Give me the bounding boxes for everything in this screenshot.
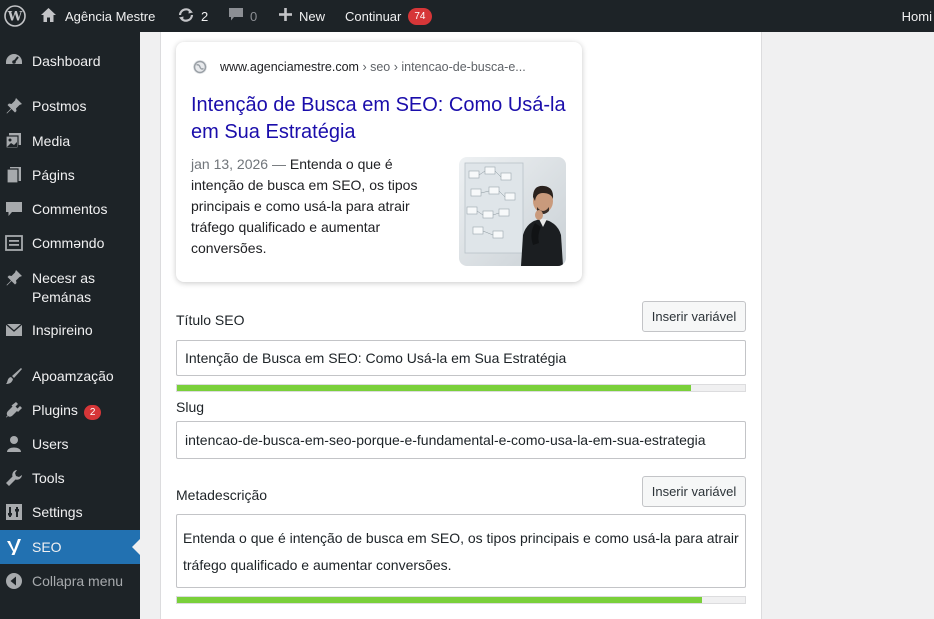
continuar-link[interactable]: Continuar 74 xyxy=(345,0,432,32)
continuar-label: Continuar xyxy=(345,8,402,24)
site-name: Agência Mestre xyxy=(65,8,156,24)
sidebar-item-label: Tools xyxy=(32,470,65,486)
mail-icon xyxy=(5,321,23,339)
wordpress-logo-icon[interactable]: W xyxy=(4,0,26,32)
refresh-icon xyxy=(177,7,195,26)
svg-text:W: W xyxy=(7,10,23,25)
pin-icon xyxy=(5,97,23,115)
brush-icon xyxy=(5,367,23,385)
insert-variable-meta-button[interactable]: Inserir variável xyxy=(642,476,746,507)
slug-input[interactable]: intencao-de-busca-em-seo-porque-e-fundam… xyxy=(176,421,746,459)
meta-description-progress-bar xyxy=(176,596,746,604)
preview-title[interactable]: Intenção de Busca em SEO: Como Usá-la em… xyxy=(191,92,571,146)
sidebar-item-label: Inspireino xyxy=(32,322,93,338)
preview-description: jan 13, 2026 — Entenda o que é intenção … xyxy=(191,154,446,259)
sidebar-item-label: Postmos xyxy=(32,98,87,114)
updates-link[interactable]: 2 xyxy=(177,0,208,32)
globe-icon xyxy=(192,59,208,75)
search-preview-card: www.agenciamestre.com › seo › intencao-d… xyxy=(176,42,582,282)
preview-thumbnail xyxy=(459,157,566,266)
media-icon xyxy=(5,132,23,150)
plugin-icon xyxy=(5,401,23,419)
collapse-icon xyxy=(5,572,23,590)
new-content-link[interactable]: New xyxy=(278,0,325,32)
wrench-icon xyxy=(5,469,23,487)
sidebar-item-label: Apoamzação xyxy=(32,368,114,384)
yoast-icon xyxy=(5,538,23,556)
insert-variable-title-button[interactable]: Inserir variável xyxy=(642,301,746,332)
form-icon xyxy=(5,234,23,252)
slug-label: Slug xyxy=(176,399,205,415)
sidebar-item-label: Media xyxy=(32,133,71,149)
sidebar-item-label: SEO xyxy=(32,539,62,555)
plus-icon xyxy=(278,7,293,25)
howdy-label: Homi xyxy=(901,8,932,24)
sidebar-item-label: Settings xyxy=(32,504,83,520)
comments-link[interactable]: 0 xyxy=(228,0,257,32)
page-icon xyxy=(5,166,23,184)
preview-domain: www.agenciamestre.com xyxy=(220,60,359,74)
sidebar-item-label: Commentos xyxy=(32,201,108,217)
plugins-update-badge: 2 xyxy=(83,405,102,420)
continuar-badge: 74 xyxy=(408,7,432,25)
settings-icon xyxy=(5,503,23,521)
preview-date: jan 13, 2026 — xyxy=(191,156,286,172)
site-home-link[interactable]: Agência Mestre xyxy=(40,0,155,32)
seo-title-label: Título SEO xyxy=(176,312,245,328)
dashboard-icon xyxy=(5,52,23,70)
meta-description-progress-fill xyxy=(177,597,703,603)
admin-bar: W Agência Mestre 2 0 New Continuar 74 Ho… xyxy=(0,0,934,32)
sidebar-item-label: Dashboard xyxy=(32,53,101,69)
new-label: New xyxy=(299,8,326,24)
home-icon xyxy=(40,7,57,26)
sidebar-item-seo[interactable]: SEO xyxy=(0,530,140,564)
preview-url: www.agenciamestre.com › seo › intencao-d… xyxy=(220,60,526,74)
comment-icon xyxy=(5,200,23,218)
pin-icon xyxy=(5,269,23,287)
sidebar-item-label: Collapra menu xyxy=(32,573,124,589)
meta-description-textarea[interactable]: Entenda o que é intenção de busca em SEO… xyxy=(176,514,746,588)
admin-sidebar: Dashboard Postmos Media Págins Commentos… xyxy=(0,32,140,619)
user-icon xyxy=(5,435,23,453)
sidebar-item-label: Plugins 2 xyxy=(32,401,102,420)
updates-count: 2 xyxy=(201,8,209,24)
sidebar-item-label: Commǝndo xyxy=(32,235,105,251)
sidebar-item-label: Users xyxy=(32,436,69,452)
account-menu[interactable]: Homi xyxy=(902,0,934,32)
comment-icon xyxy=(228,7,244,25)
meta-description-label: Metadescrição xyxy=(176,487,268,503)
comments-count: 0 xyxy=(250,8,258,24)
seo-title-input[interactable]: Intenção de Busca em SEO: Como Usá-la em… xyxy=(176,340,746,376)
sidebar-item-label: Págins xyxy=(32,167,75,183)
seo-title-progress-fill xyxy=(177,385,692,391)
sidebar-item-label: Necesr as Pemánas xyxy=(32,270,96,305)
preview-breadcrumb: › seo › intencao-de-busca-e... xyxy=(362,60,526,74)
seo-title-progress-bar xyxy=(176,384,746,392)
